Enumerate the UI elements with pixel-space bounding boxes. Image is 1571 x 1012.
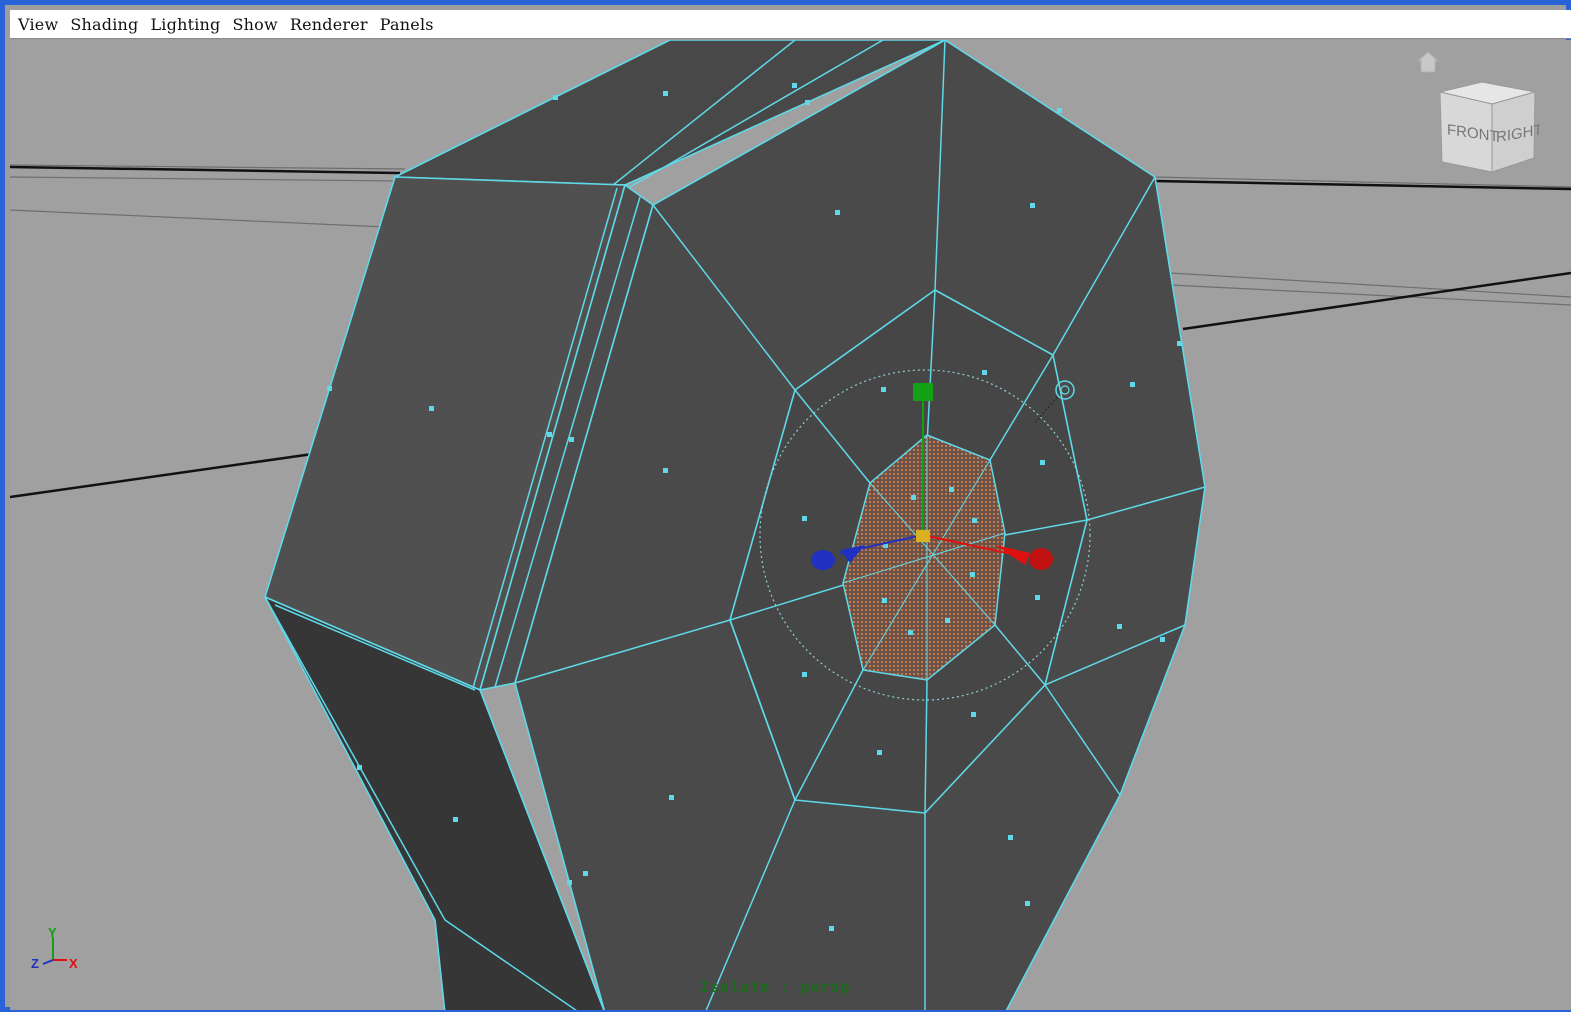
home-icon[interactable] [1416, 50, 1440, 74]
center-handle [916, 530, 930, 542]
scene-canvas[interactable] [10, 40, 1571, 1010]
z-axis-tip [811, 550, 835, 570]
menu-panels[interactable]: Panels [376, 15, 442, 34]
menu-shading[interactable]: Shading [66, 15, 146, 34]
axis-z-label: Z [31, 956, 39, 971]
view-cube[interactable]: FRONT RIGHT [1430, 80, 1543, 180]
menu-view[interactable]: View [14, 15, 66, 34]
viewport-window: View Shading Lighting Show Renderer Pane… [0, 0, 1571, 1012]
axis-y-label: Y [48, 925, 57, 940]
viewport-menubar: View Shading Lighting Show Renderer Pane… [10, 10, 1571, 39]
3d-viewport[interactable]: FRONT RIGHT Y X Z Isolate : persp [10, 40, 1571, 1010]
axis-x-label: X [69, 956, 78, 971]
isolate-status-label: Isolate : persp [700, 978, 851, 996]
menu-renderer[interactable]: Renderer [286, 15, 376, 34]
x-axis-tip [1029, 548, 1053, 570]
menu-show[interactable]: Show [228, 15, 285, 34]
axis-indicator: Y X Z [25, 925, 85, 975]
menu-lighting[interactable]: Lighting [146, 15, 228, 34]
mesh-faces[interactable] [264, 40, 1206, 1010]
y-axis-tip [913, 383, 933, 401]
